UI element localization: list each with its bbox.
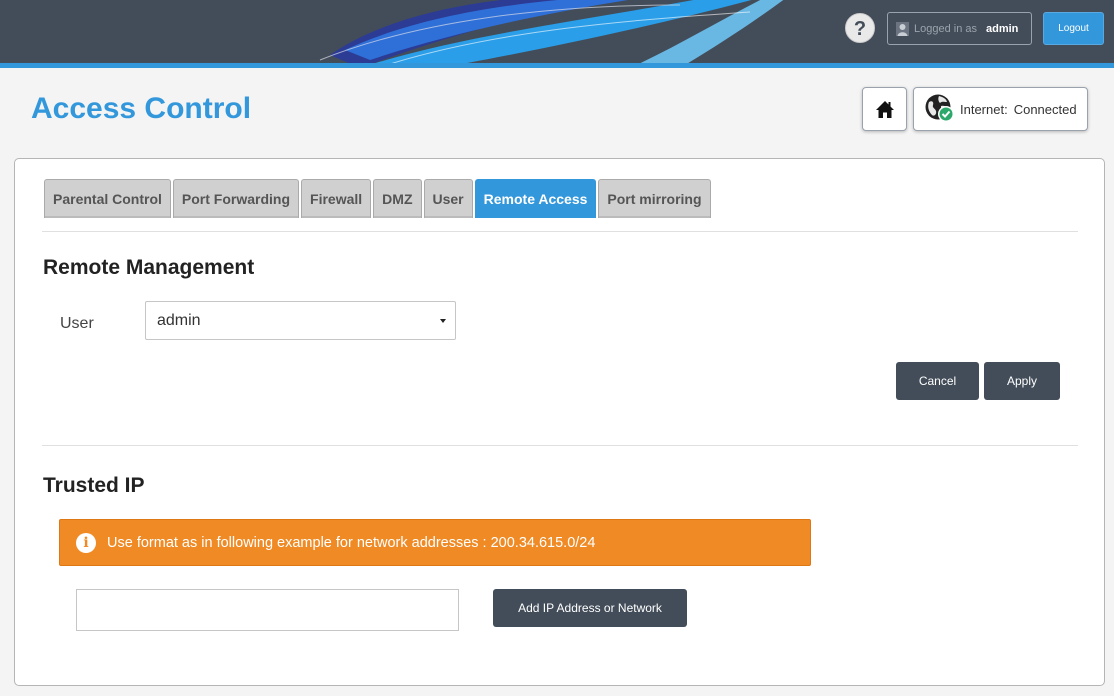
user-field-label: User <box>60 315 94 332</box>
internet-label: Internet: <box>960 101 1008 117</box>
logged-in-indicator: Logged in as admin <box>887 12 1032 45</box>
help-button[interactable]: ? <box>845 13 875 43</box>
user-select-value: admin <box>157 312 201 329</box>
apply-button[interactable]: Apply <box>984 362 1060 400</box>
internet-status: Internet: Connected <box>913 87 1088 131</box>
info-icon: i <box>76 532 96 553</box>
globe-check-icon <box>925 94 954 122</box>
ip-address-input[interactable] <box>76 589 459 631</box>
brand-swoosh-graphic <box>319 0 784 63</box>
home-button[interactable] <box>862 87 907 131</box>
logout-button[interactable]: Logout <box>1043 12 1104 45</box>
trusted-ip-title: Trusted IP <box>43 474 145 497</box>
tab-user[interactable]: User <box>423 179 473 218</box>
home-icon <box>875 100 894 118</box>
caret-down-icon <box>440 319 446 323</box>
content-card: Parental Control Port Forwarding Firewal… <box>14 158 1105 686</box>
divider <box>42 231 1078 232</box>
logged-in-label: Logged in as <box>914 22 977 35</box>
top-bar-accent-stripe <box>0 63 1114 68</box>
internet-status-value: Connected <box>1013 101 1077 117</box>
tab-bar: Parental Control Port Forwarding Firewal… <box>44 179 711 218</box>
divider <box>42 445 1078 446</box>
cancel-button[interactable]: Cancel <box>896 362 979 400</box>
tab-remote-access[interactable]: Remote Access <box>474 179 597 218</box>
tab-parental-control[interactable]: Parental Control <box>44 179 171 218</box>
remote-management-title: Remote Management <box>43 256 255 279</box>
user-icon <box>896 21 909 36</box>
add-ip-address-button[interactable]: Add IP Address or Network <box>493 589 687 627</box>
tab-port-forwarding[interactable]: Port Forwarding <box>172 179 300 218</box>
format-info-text: Use format as in following example for n… <box>107 534 596 551</box>
tab-port-mirroring[interactable]: Port mirroring <box>598 179 711 218</box>
tab-dmz[interactable]: DMZ <box>373 179 422 218</box>
page-title: Access Control <box>31 92 252 125</box>
user-select[interactable]: admin <box>145 301 456 340</box>
username: admin <box>986 22 1019 35</box>
top-bar: ? Logged in as admin Logout <box>0 0 1114 63</box>
format-info-alert: i Use format as in following example for… <box>59 519 811 566</box>
tab-firewall[interactable]: Firewall <box>301 179 372 218</box>
